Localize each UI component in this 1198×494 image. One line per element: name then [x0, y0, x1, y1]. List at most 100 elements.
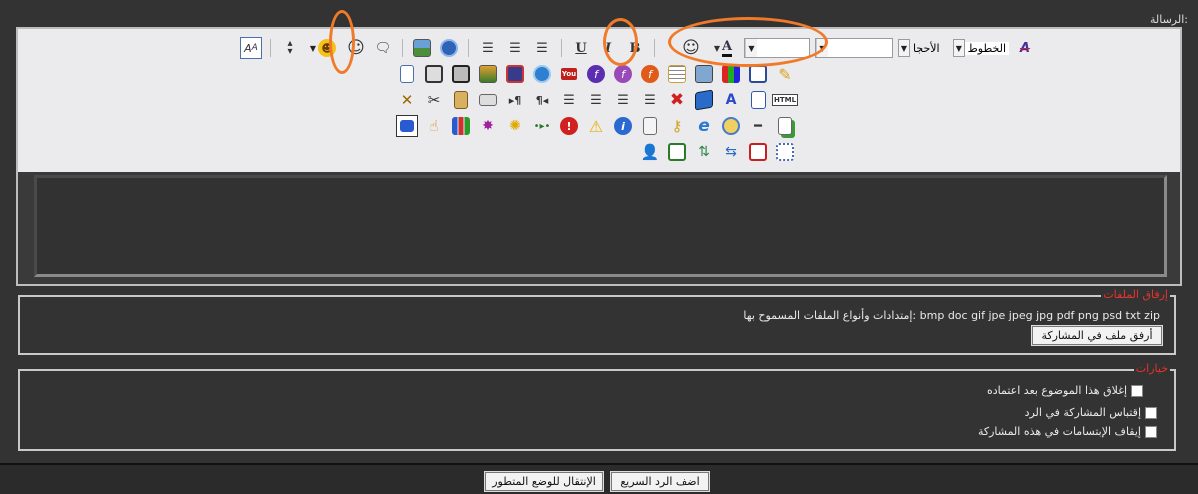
text-format-icon[interactable]: AA	[240, 37, 262, 59]
font-style-icon[interactable]: A	[720, 89, 742, 111]
chevron-down-icon: ▼	[953, 39, 965, 57]
green-box-icon[interactable]	[666, 141, 688, 163]
chevron-down-icon: ▼	[816, 39, 828, 57]
disable-smilies-label: إيقاف الإبتسامات في هذه المشاركة	[977, 425, 1141, 438]
picture-frame-icon[interactable]	[450, 63, 472, 85]
flash-icon[interactable]: f	[612, 63, 634, 85]
newspaper-icon[interactable]	[423, 63, 445, 85]
quicktime-icon[interactable]	[531, 63, 553, 85]
chevron-down-icon: ▼	[898, 39, 910, 57]
size-label: الأحجا	[913, 41, 940, 55]
insert-image-icon[interactable]	[411, 37, 433, 59]
border-box-icon[interactable]	[747, 141, 769, 163]
page-icon[interactable]	[639, 115, 661, 137]
chevron-down-icon: ▼	[745, 39, 757, 57]
options-fieldset: خيارات إغلاق هذا الموضوع بعد اعتماده إقت…	[18, 362, 1176, 451]
table-icon[interactable]	[666, 63, 688, 85]
document-icon[interactable]	[396, 63, 418, 85]
ltr-icon[interactable]: ▸¶	[504, 89, 526, 111]
toolbar-row-3: ✕ ✂ ▸¶ ¶◂ ☰ ☰ ☰ ☰ ✖ A HTML	[396, 89, 799, 111]
marquee-icon[interactable]	[396, 115, 418, 137]
up-down-icon[interactable]: ⇅	[693, 141, 715, 163]
size-dropdown[interactable]: ▼ الأحجا	[898, 38, 948, 58]
italic-icon[interactable]: I	[597, 37, 619, 59]
paste-icon[interactable]	[450, 89, 472, 111]
bold-icon[interactable]: B	[624, 37, 646, 59]
dots-icon[interactable]: •▸•	[531, 115, 553, 137]
smiley-icon[interactable]: ☺	[680, 37, 702, 59]
horizontal-rule-icon[interactable]: ━	[747, 115, 769, 137]
justify-right-icon[interactable]: ☰	[612, 89, 634, 111]
color-bars-icon[interactable]	[720, 63, 742, 85]
align-left-icon[interactable]: ☰	[477, 37, 499, 59]
option-disable-smilies[interactable]: إيقاف الإبتسامات في هذه المشاركة	[978, 425, 1157, 438]
quote-post-checkbox[interactable]	[1145, 406, 1157, 419]
youtube-icon[interactable]: You	[558, 63, 580, 85]
insert-page-icon[interactable]	[774, 115, 796, 137]
font-dropdown[interactable]: ▼ الخطوط	[953, 38, 1009, 58]
flash-icon[interactable]: f	[639, 63, 661, 85]
align-center-icon[interactable]: ☰	[504, 37, 526, 59]
key-icon[interactable]: ⚷	[666, 115, 688, 137]
resize-arrows-icon[interactable]: ▴ ▾	[279, 37, 301, 59]
book-icon[interactable]	[693, 89, 715, 111]
frame-icon[interactable]	[774, 141, 796, 163]
bar-chart-icon[interactable]	[450, 115, 472, 137]
disable-smilies-checkbox[interactable]	[1145, 425, 1157, 438]
extensions-list: bmp doc gif jpe jpeg jpg pdf png psd txt…	[919, 309, 1160, 322]
smiley-icon[interactable]: ☺	[345, 37, 367, 59]
rtl-icon[interactable]: ¶◂	[531, 89, 553, 111]
toolbar-divider	[402, 39, 403, 57]
smiley-menu-icon[interactable]: ▼ ☻	[306, 37, 340, 59]
footer-bar: اضف الرد السريع الإنتقال للوضع المتطور	[0, 463, 1198, 494]
flash-icon[interactable]: f	[585, 63, 607, 85]
sun-icon[interactable]: ✺	[504, 115, 526, 137]
cut-icon[interactable]: ✂	[423, 89, 445, 111]
code-icon[interactable]	[747, 89, 769, 111]
sparkle-icon[interactable]: ✸	[477, 115, 499, 137]
align-right-icon[interactable]: ☰	[531, 37, 553, 59]
photo-icon[interactable]	[477, 63, 499, 85]
option-close-thread[interactable]: إغلاق هذا الموضوع بعد اعتماده	[987, 384, 1143, 397]
browser-icon[interactable]: e	[693, 115, 715, 137]
swap-icon[interactable]: ⇆	[720, 141, 742, 163]
quote-icon[interactable]: 🗨	[372, 37, 394, 59]
image-gallery-icon[interactable]	[693, 63, 715, 85]
editor-toolbar: AA ▴ ▾ ▼ ☻ ☺ 🗨 ☰ ☰ ☰ U I B ☺ ▼ A ▼ ▼ ▼ ا…	[18, 29, 1180, 172]
advanced-mode-button[interactable]: الإنتقال للوضع المتطور	[484, 471, 604, 492]
remove-format-icon[interactable]: A	[1014, 37, 1036, 59]
justify-left-icon[interactable]: ☰	[558, 89, 580, 111]
info-icon[interactable]: i	[612, 115, 634, 137]
insert-link-icon[interactable]	[438, 37, 460, 59]
user-icon[interactable]: 👤	[639, 141, 661, 163]
delete-icon[interactable]: ✖	[666, 89, 688, 111]
toolbar-row-2: You f f f ✎	[396, 63, 796, 85]
font-family-select[interactable]: ▼	[815, 38, 893, 58]
font-size-select[interactable]: ▼	[744, 38, 810, 58]
keyboard-icon[interactable]	[477, 89, 499, 111]
options-legend: خيارات	[1133, 362, 1170, 375]
alert-icon[interactable]: !	[558, 115, 580, 137]
attach-file-button[interactable]: أرفق ملف في المشاركة	[1031, 325, 1163, 346]
justify-center-icon[interactable]: ☰	[585, 89, 607, 111]
toolbar-divider	[270, 39, 271, 57]
toolbar-divider	[561, 39, 562, 57]
message-textarea[interactable]	[34, 175, 1167, 277]
justify-full-icon[interactable]: ☰	[639, 89, 661, 111]
html-icon[interactable]: HTML	[771, 89, 799, 111]
underline-icon[interactable]: U	[570, 37, 592, 59]
option-quote-post[interactable]: إقتباس المشاركة في الرد	[1025, 406, 1157, 419]
editor-box: AA ▴ ▾ ▼ ☻ ☺ 🗨 ☰ ☰ ☰ U I B ☺ ▼ A ▼ ▼ ▼ ا…	[16, 27, 1182, 286]
media-player-icon[interactable]	[504, 63, 526, 85]
toolbar-row-1: AA ▴ ▾ ▼ ☻ ☺ 🗨 ☰ ☰ ☰ U I B ☺ ▼ A ▼ ▼ ▼ ا…	[240, 37, 1036, 59]
pencil-icon[interactable]: ✎	[774, 63, 796, 85]
close-icon[interactable]: ✕	[396, 89, 418, 111]
close-thread-label: إغلاق هذا الموضوع بعد اعتماده	[986, 384, 1127, 397]
hand-icon[interactable]: ☝	[423, 115, 445, 137]
warning-icon[interactable]: ⚠	[585, 115, 607, 137]
font-color-icon[interactable]: ▼ A	[707, 37, 739, 59]
close-thread-checkbox[interactable]	[1131, 384, 1143, 397]
highlight-icon[interactable]	[747, 63, 769, 85]
quick-reply-button[interactable]: اضف الرد السريع	[610, 471, 710, 492]
compass-icon[interactable]	[720, 115, 742, 137]
